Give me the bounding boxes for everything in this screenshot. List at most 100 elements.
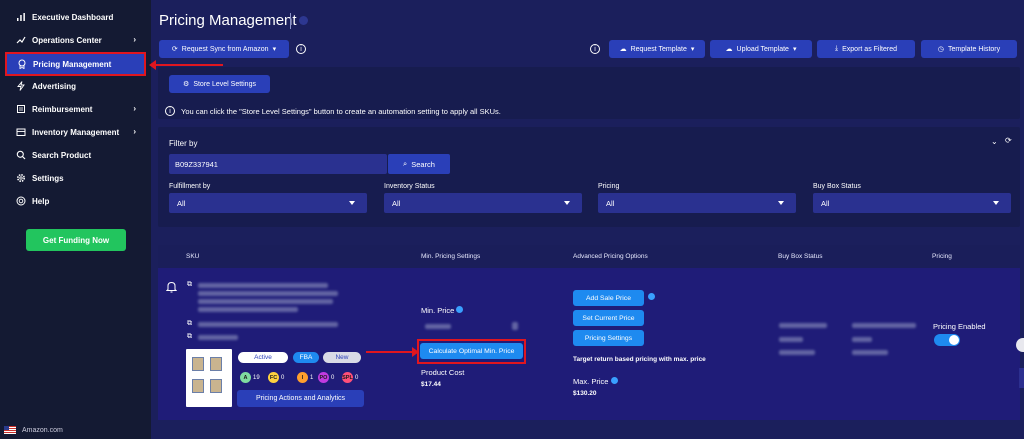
sidebar-item-label: Help	[32, 196, 50, 206]
pricing-strategy-text: Target return based pricing with max. pr…	[573, 356, 706, 363]
template-history-button[interactable]: ◷ Template History	[921, 40, 1017, 58]
star-icon[interactable]	[299, 16, 308, 25]
stat-key: PO	[318, 372, 329, 383]
chat-widget-tab[interactable]	[1016, 338, 1024, 352]
search-icon	[16, 150, 26, 160]
buy-box-redacted	[779, 350, 815, 355]
export-filtered-button[interactable]: ⤓ Export as Filtered	[817, 40, 915, 58]
buy-box-status-label: Buy Box Status	[813, 183, 861, 190]
info-icon[interactable]: i	[296, 44, 306, 54]
sidebar-item-label: Executive Dashboard	[32, 12, 114, 22]
external-link-icon[interactable]: ⧉	[187, 333, 192, 341]
stat-available: A 19	[240, 372, 260, 383]
sidebar-item-label: Inventory Management	[32, 127, 120, 137]
external-link-icon[interactable]: ⧉	[187, 320, 192, 328]
award-icon	[17, 59, 27, 69]
stat-po: PO 0	[318, 372, 334, 383]
product-title-redacted	[198, 283, 328, 288]
stat-fc: FC 0	[268, 372, 284, 383]
download-icon: ⤓	[835, 45, 839, 52]
inventory-status-select[interactable]: All	[384, 193, 582, 213]
chevron-down-icon[interactable]: ⌄	[991, 137, 998, 146]
chevron-right-icon: ›	[133, 35, 136, 44]
sidebar-item-settings[interactable]: Settings	[6, 168, 146, 188]
stat-key: I	[297, 372, 308, 383]
refresh-icon[interactable]: ⟳	[1005, 136, 1012, 145]
fulfillment-select[interactable]: All	[169, 193, 367, 213]
sidebar-item-label: Operations Center	[32, 35, 102, 45]
pricing-select[interactable]: All	[598, 193, 796, 213]
upload-template-button[interactable]: ☁ Upload Template ▾	[710, 40, 812, 58]
get-funding-button[interactable]: Get Funding Now	[26, 229, 126, 251]
edit-icon[interactable]	[512, 322, 518, 330]
fulfillment-value: All	[177, 198, 186, 208]
sku-redacted	[198, 335, 238, 340]
buy-box-redacted	[852, 323, 916, 328]
us-flag-icon	[4, 426, 16, 434]
toggle-knob	[949, 335, 959, 345]
column-header-sku: SKU	[186, 253, 200, 260]
sidebar-item-pricing-management[interactable]: Pricing Management	[5, 52, 146, 76]
store-level-settings-button[interactable]: ⚙ Store Level Settings	[169, 75, 270, 93]
sidebar-item-reimbursement[interactable]: Reimbursement ›	[6, 99, 146, 119]
info-icon[interactable]: i	[590, 44, 600, 54]
max-price-label: Max. Price	[573, 377, 618, 386]
template-history-label: Template History	[947, 45, 1001, 53]
chevron-right-icon: ›	[133, 104, 136, 113]
search-input[interactable]: B09Z337941	[169, 154, 387, 174]
sidebar-item-label: Pricing Management	[33, 59, 112, 69]
page-title: Pricing Management	[159, 12, 297, 29]
product-title-redacted	[198, 307, 298, 312]
min-price-label: Min. Price	[421, 306, 464, 315]
min-price-label-text: Min. Price	[421, 306, 455, 315]
trend-icon	[16, 35, 26, 45]
bell-icon[interactable]	[165, 281, 178, 296]
caret-down-icon	[349, 201, 355, 205]
stat-value: 19	[253, 374, 260, 381]
info-icon[interactable]	[648, 293, 655, 300]
calculate-min-price-button[interactable]: Calculate Optimal Min. Price	[420, 343, 523, 359]
pricing-settings-button[interactable]: Pricing Settings	[573, 330, 644, 346]
stat-spl: SPL 0	[342, 372, 358, 383]
buy-box-status-select[interactable]: All	[813, 193, 1011, 213]
sidebar-item-search-product[interactable]: Search Product	[6, 145, 146, 165]
bar-chart-icon	[16, 12, 26, 22]
status-badge-new: New	[323, 352, 361, 363]
product-title-redacted	[198, 291, 338, 296]
max-price-value: $130.20	[573, 390, 597, 397]
inventory-status-value: All	[392, 198, 401, 208]
sidebar-item-label: Reimbursement	[32, 104, 93, 114]
sidebar-item-inventory-management[interactable]: Inventory Management ›	[6, 122, 146, 142]
column-header-min-pricing: Min. Pricing Settings	[421, 253, 481, 260]
pricing-status-label: Pricing Enabled	[933, 322, 986, 331]
pricing-label: Pricing	[598, 183, 620, 190]
sidebar-item-advertising[interactable]: Advertising	[6, 76, 146, 96]
marketplace-selector[interactable]: Amazon.com	[4, 426, 63, 434]
request-sync-button[interactable]: ⟳ Request Sync from Amazon ▾	[159, 40, 289, 58]
stat-value: 0	[281, 374, 285, 381]
search-button[interactable]: ⌕ Search	[388, 154, 450, 174]
chevron-right-icon: ›	[133, 127, 136, 136]
sidebar-item-help[interactable]: Help	[6, 191, 146, 211]
sidebar-item-label: Advertising	[32, 81, 77, 91]
title-divider	[290, 13, 291, 29]
add-sale-price-button[interactable]: Add Sale Price	[573, 290, 644, 306]
sidebar-item-label: Search Product	[32, 150, 92, 160]
filter-title: Filter by	[169, 139, 198, 148]
side-panel-tab[interactable]	[1019, 368, 1024, 388]
info-icon: i	[165, 106, 175, 116]
pricing-actions-button[interactable]: Pricing Actions and Analytics	[237, 390, 364, 407]
sidebar-item-operations-center[interactable]: Operations Center ›	[6, 30, 146, 50]
chevron-down-icon: ▾	[792, 46, 797, 53]
column-header-buy-box: Buy Box Status	[778, 253, 823, 260]
set-current-price-button[interactable]: Set Current Price	[573, 310, 644, 326]
gear-icon	[16, 173, 26, 183]
sidebar-item-executive-dashboard[interactable]: Executive Dashboard	[6, 7, 146, 27]
notice-text: You can click the "Store Level Settings"…	[181, 106, 501, 116]
annotation-arrow	[366, 347, 419, 357]
pricing-toggle[interactable]	[934, 334, 960, 346]
external-link-icon[interactable]: ⧉	[187, 281, 192, 289]
status-badge-active: Active	[238, 352, 288, 363]
request-template-button[interactable]: ☁ Request Template ▾	[609, 40, 705, 58]
stat-value: 0	[331, 374, 335, 381]
